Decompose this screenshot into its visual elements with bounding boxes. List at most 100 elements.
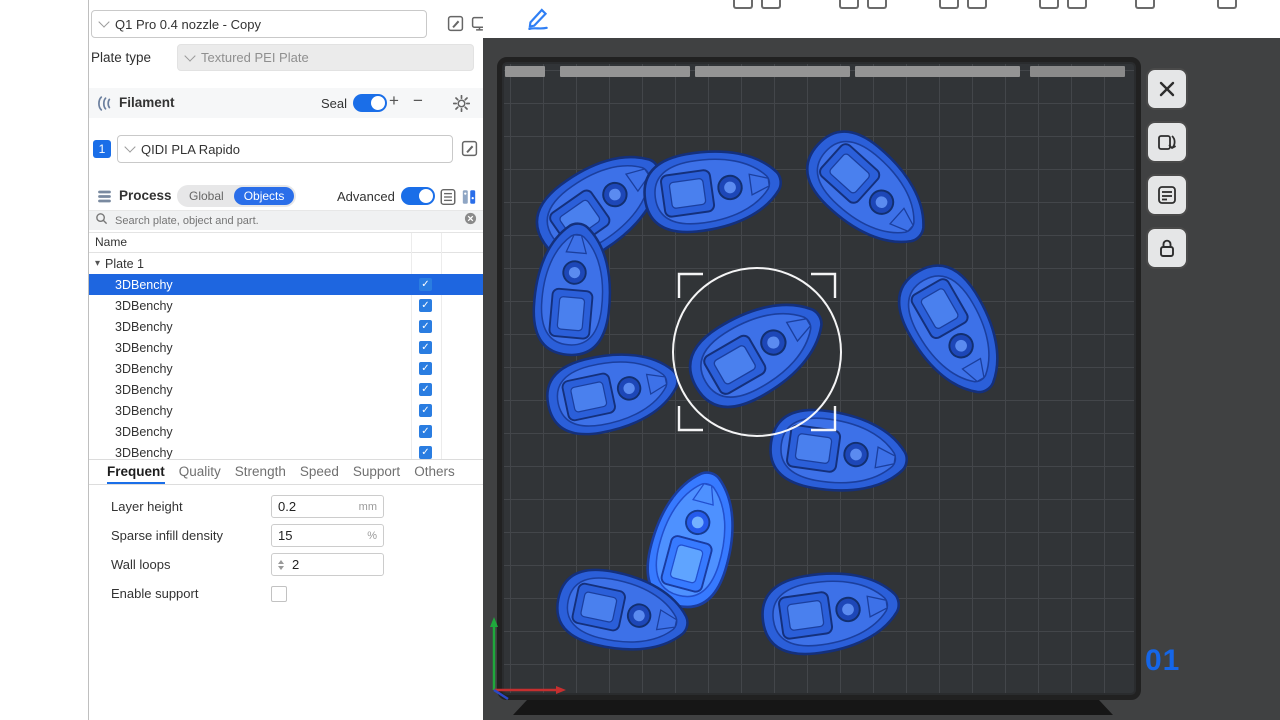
edit-printer-icon[interactable] [447,15,465,33]
lock-button[interactable] [1146,227,1188,269]
model-benchy[interactable] [758,564,904,660]
object-row[interactable]: 3DBenchy ✓ [89,400,483,421]
param-label: Sparse infill density [111,528,271,543]
seal-toggle[interactable] [353,94,387,112]
model-benchy[interactable] [766,404,912,500]
tree-name-header: Name [89,233,483,253]
param-table-icon[interactable] [460,188,478,211]
plate-number: 01 [1145,644,1180,678]
model-benchy[interactable] [884,252,1020,410]
axes-indicator [490,617,566,699]
plate-tree-row[interactable]: ▾ Plate 1 [89,253,483,274]
filament-section-header: Filament Seal + − [89,88,483,118]
models-group [522,116,1020,663]
advanced-label: Advanced [337,189,395,204]
object-label: 3DBenchy [115,404,173,418]
filament-settings-gear-icon[interactable] [453,95,471,113]
printer-select[interactable]: Q1 Pro 0.4 nozzle - Copy [91,10,427,38]
param-row: Enable support [89,579,483,608]
param-checkbox[interactable] [271,586,287,602]
toolbar-button-clipped[interactable] [967,0,987,9]
param-unit: mm [359,501,377,513]
object-row[interactable]: 3DBenchy ✓ [89,421,483,442]
object-row[interactable]: 3DBenchy✓ [89,316,483,337]
right-toolbar [1146,68,1188,269]
plate-label: Plate 1 [105,257,144,271]
param-row: Wall loops2 [89,550,483,579]
tab-support[interactable]: Support [353,458,400,484]
auto-orient-button[interactable] [1146,121,1188,163]
clear-search-icon[interactable] [464,212,477,230]
toolbar-button-clipped[interactable] [839,0,859,9]
segment-objects[interactable]: Objects [234,187,295,205]
toolbar-button-clipped[interactable] [761,0,781,9]
model-benchy[interactable] [640,142,786,238]
plate-settings-button[interactable] [1146,174,1188,216]
printer-select-value: Q1 Pro 0.4 nozzle - Copy [115,17,261,32]
toolbar-button-clipped[interactable] [939,0,959,9]
add-filament-button[interactable]: + [389,91,399,111]
close-button[interactable] [1146,68,1188,110]
viewport-topbar [483,0,1280,38]
scene: 01 [483,38,1280,720]
tab-speed[interactable]: Speed [300,458,339,484]
param-input[interactable]: 2 [271,553,384,576]
object-visibility-checkbox[interactable]: ✓ [419,278,432,291]
object-row[interactable]: 3DBenchy ✓ [89,379,483,400]
pencil-draw-icon[interactable] [525,4,551,35]
tab-strength[interactable]: Strength [235,458,286,484]
object-row[interactable]: 3DBenchy✓ [89,295,483,316]
filament-index-badge: 1 [93,140,111,158]
model-benchy[interactable] [792,116,946,266]
advanced-toggle[interactable] [401,187,435,205]
sidebar: Q1 Pro 0.4 nozzle - Copy Plate type Text… [89,0,483,720]
slicer-app: Q1 Pro 0.4 nozzle - Copy Plate type Text… [0,0,1280,720]
toolbar-button-clipped[interactable] [1039,0,1059,9]
object-visibility-checkbox[interactable]: ✓ [419,425,432,438]
object-label: 3DBenchy [115,425,173,439]
param-list: Layer height0.2mm Sparse infill density15… [89,492,483,608]
object-row[interactable]: 3DBenchy ✓ [89,358,483,379]
param-input[interactable]: 15% [271,524,384,547]
tab-frequent[interactable]: Frequent [107,458,165,484]
model-benchy-selected[interactable] [676,281,840,422]
segment-global[interactable]: Global [179,187,234,205]
object-visibility-checkbox[interactable]: ✓ [419,362,432,375]
model-benchy[interactable] [541,341,685,442]
edit-filament-icon[interactable] [461,140,479,158]
spinner-arrows[interactable] [278,560,284,570]
object-row[interactable]: 3DBenchy✓ [89,274,483,295]
viewport: 01 [483,0,1280,720]
param-row: Layer height0.2mm [89,492,483,521]
param-label: Wall loops [111,557,271,572]
plate-type-value: Textured PEI Plate [201,50,309,65]
toolbar-button-clipped[interactable] [1067,0,1087,9]
object-row[interactable]: 3DBenchy✓ [89,337,483,358]
tab-quality[interactable]: Quality [179,458,221,484]
filament-select[interactable]: QIDI PLA Rapido [117,135,453,163]
object-visibility-checkbox[interactable]: ✓ [419,383,432,396]
object-list: 3DBenchy✓3DBenchy✓3DBenchy✓3DBenchy✓3DBe… [89,274,483,460]
object-label: 3DBenchy [115,383,173,397]
toolbar-button-clipped[interactable] [1217,0,1237,9]
object-visibility-checkbox[interactable]: ✓ [419,320,432,333]
object-visibility-checkbox[interactable]: ✓ [419,341,432,354]
filament-select-value: QIDI PLA Rapido [141,142,240,157]
param-input[interactable]: 0.2mm [271,495,384,518]
object-tree: Name ▾ Plate 1 3DBenchy ✓ 3DBenchy ✓ 3DBench… [89,232,483,460]
search-input[interactable] [113,214,459,228]
filament-title: Filament [119,95,175,110]
toolbar-button-clipped[interactable] [867,0,887,9]
remove-filament-button[interactable]: − [413,91,423,111]
tab-others[interactable]: Others [414,458,455,484]
caret-down-icon[interactable]: ▾ [95,258,100,269]
plate-type-label: Plate type [91,50,151,65]
toolbar-button-clipped[interactable] [1135,0,1155,9]
process-title: Process [119,188,172,203]
param-list-icon[interactable] [439,188,457,211]
plate-type-select[interactable]: Textured PEI Plate [177,44,474,71]
toolbar-button-clipped[interactable] [733,0,753,9]
object-visibility-checkbox[interactable]: ✓ [419,404,432,417]
object-label: 3DBenchy [115,362,173,376]
object-visibility-checkbox[interactable]: ✓ [419,299,432,312]
